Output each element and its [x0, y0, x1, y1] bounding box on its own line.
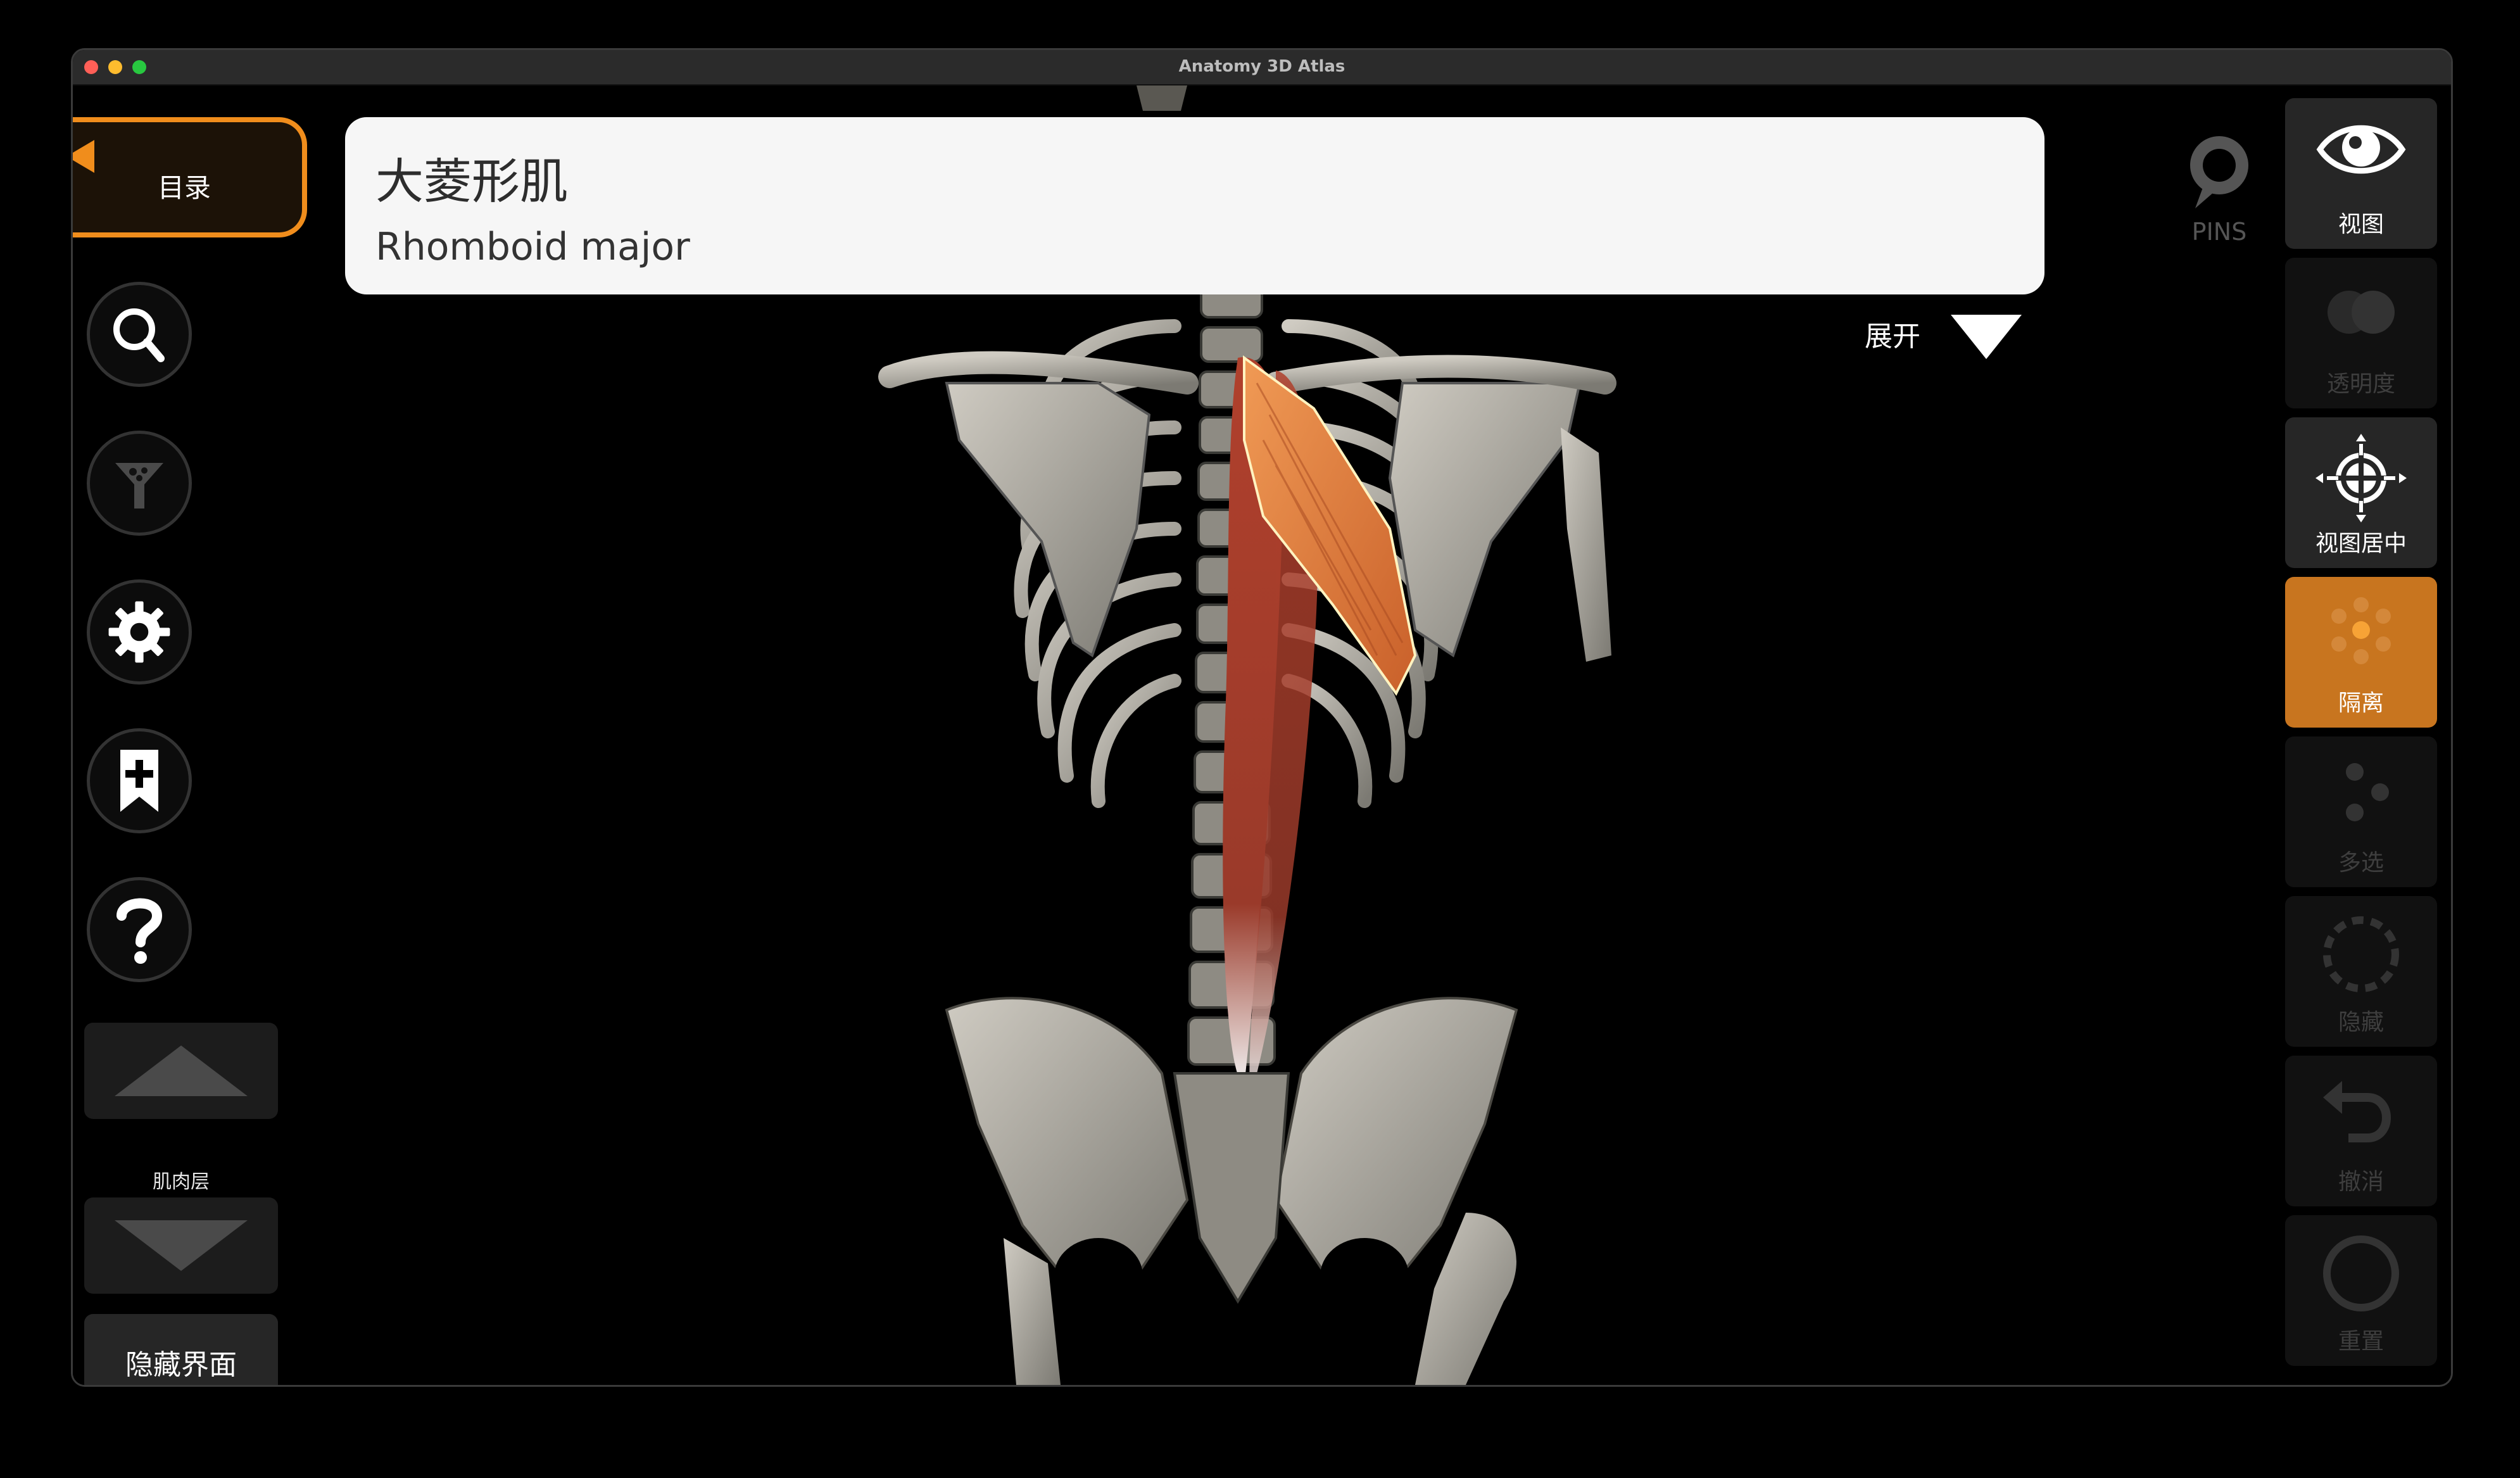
filter-button[interactable] [87, 431, 192, 536]
layer-label: 肌肉层 [153, 1171, 210, 1193]
hide-label: 隐藏 [2338, 1009, 2384, 1035]
layer-down-button[interactable] [84, 1197, 278, 1294]
toc-label: 目录 [157, 172, 211, 203]
view-button[interactable]: 视图 [2285, 98, 2437, 249]
filter-icon [115, 463, 163, 508]
hide-button[interactable]: 隐藏 [2285, 896, 2437, 1047]
center-view-label: 视图居中 [2315, 531, 2407, 557]
center-view-button[interactable]: 视图居中 [2285, 417, 2437, 568]
undo-button[interactable]: 撤消 [2285, 1056, 2437, 1206]
pins-button[interactable]: PINS [2156, 130, 2283, 246]
transparency-label: 透明度 [2326, 371, 2395, 397]
layer-up-button[interactable] [84, 1023, 278, 1119]
hide-icon [2323, 916, 2399, 992]
add-bookmark-button[interactable] [87, 728, 192, 833]
undo-icon [2323, 1081, 2391, 1142]
transparency-icon [2328, 291, 2395, 334]
reset-label: 重置 [2338, 1329, 2384, 1355]
pin-icon [2190, 136, 2248, 208]
question-icon [117, 898, 163, 964]
isolate-button[interactable]: 隔离 [2285, 577, 2437, 728]
title-bar: Anatomy 3D Atlas [73, 50, 2451, 85]
app-window: Anatomy 3D Atlas 目录 肌肉层 隐藏界面 大菱形肌 Rhombo… [71, 48, 2453, 1387]
pins-label: PINS [2191, 218, 2247, 246]
reset-button[interactable]: 重置 [2285, 1215, 2437, 1366]
search-button[interactable] [87, 282, 192, 387]
chevron-up-icon [115, 1045, 248, 1096]
isolate-icon [2331, 597, 2391, 664]
multiselect-icon [2346, 763, 2389, 821]
crosshair-icon [2315, 434, 2407, 522]
search-icon [113, 308, 165, 362]
bookmark-add-icon [120, 750, 158, 812]
window-title: Anatomy 3D Atlas [1178, 57, 1345, 76]
chevron-down-icon [115, 1220, 248, 1271]
gear-icon [108, 601, 170, 663]
undo-label: 撤消 [2338, 1169, 2384, 1195]
view-label: 视图 [2338, 212, 2384, 237]
reset-icon [2323, 1235, 2399, 1311]
settings-button[interactable] [87, 579, 192, 685]
multiselect-button[interactable]: 多选 [2285, 736, 2437, 887]
transparency-button[interactable]: 透明度 [2285, 258, 2437, 408]
viewport[interactable]: 目录 肌肉层 隐藏界面 大菱形肌 Rhomboid major 展开 PINS … [73, 85, 2451, 1385]
eye-icon [2316, 125, 2406, 174]
multiselect-label: 多选 [2338, 850, 2384, 876]
expand-triangle-icon[interactable] [1951, 315, 2022, 359]
expand-label[interactable]: 展开 [1865, 313, 1920, 354]
structure-name-en: Rhomboid major [375, 225, 690, 269]
toc-button[interactable]: 目录 [73, 117, 307, 237]
structure-info-card: 大菱形肌 Rhomboid major [345, 117, 2044, 294]
help-button[interactable] [87, 877, 192, 982]
structure-name-cn: 大菱形肌 [375, 153, 568, 210]
hide-ui-button[interactable]: 隐藏界面 [84, 1314, 278, 1385]
isolate-label: 隔离 [2338, 690, 2384, 716]
